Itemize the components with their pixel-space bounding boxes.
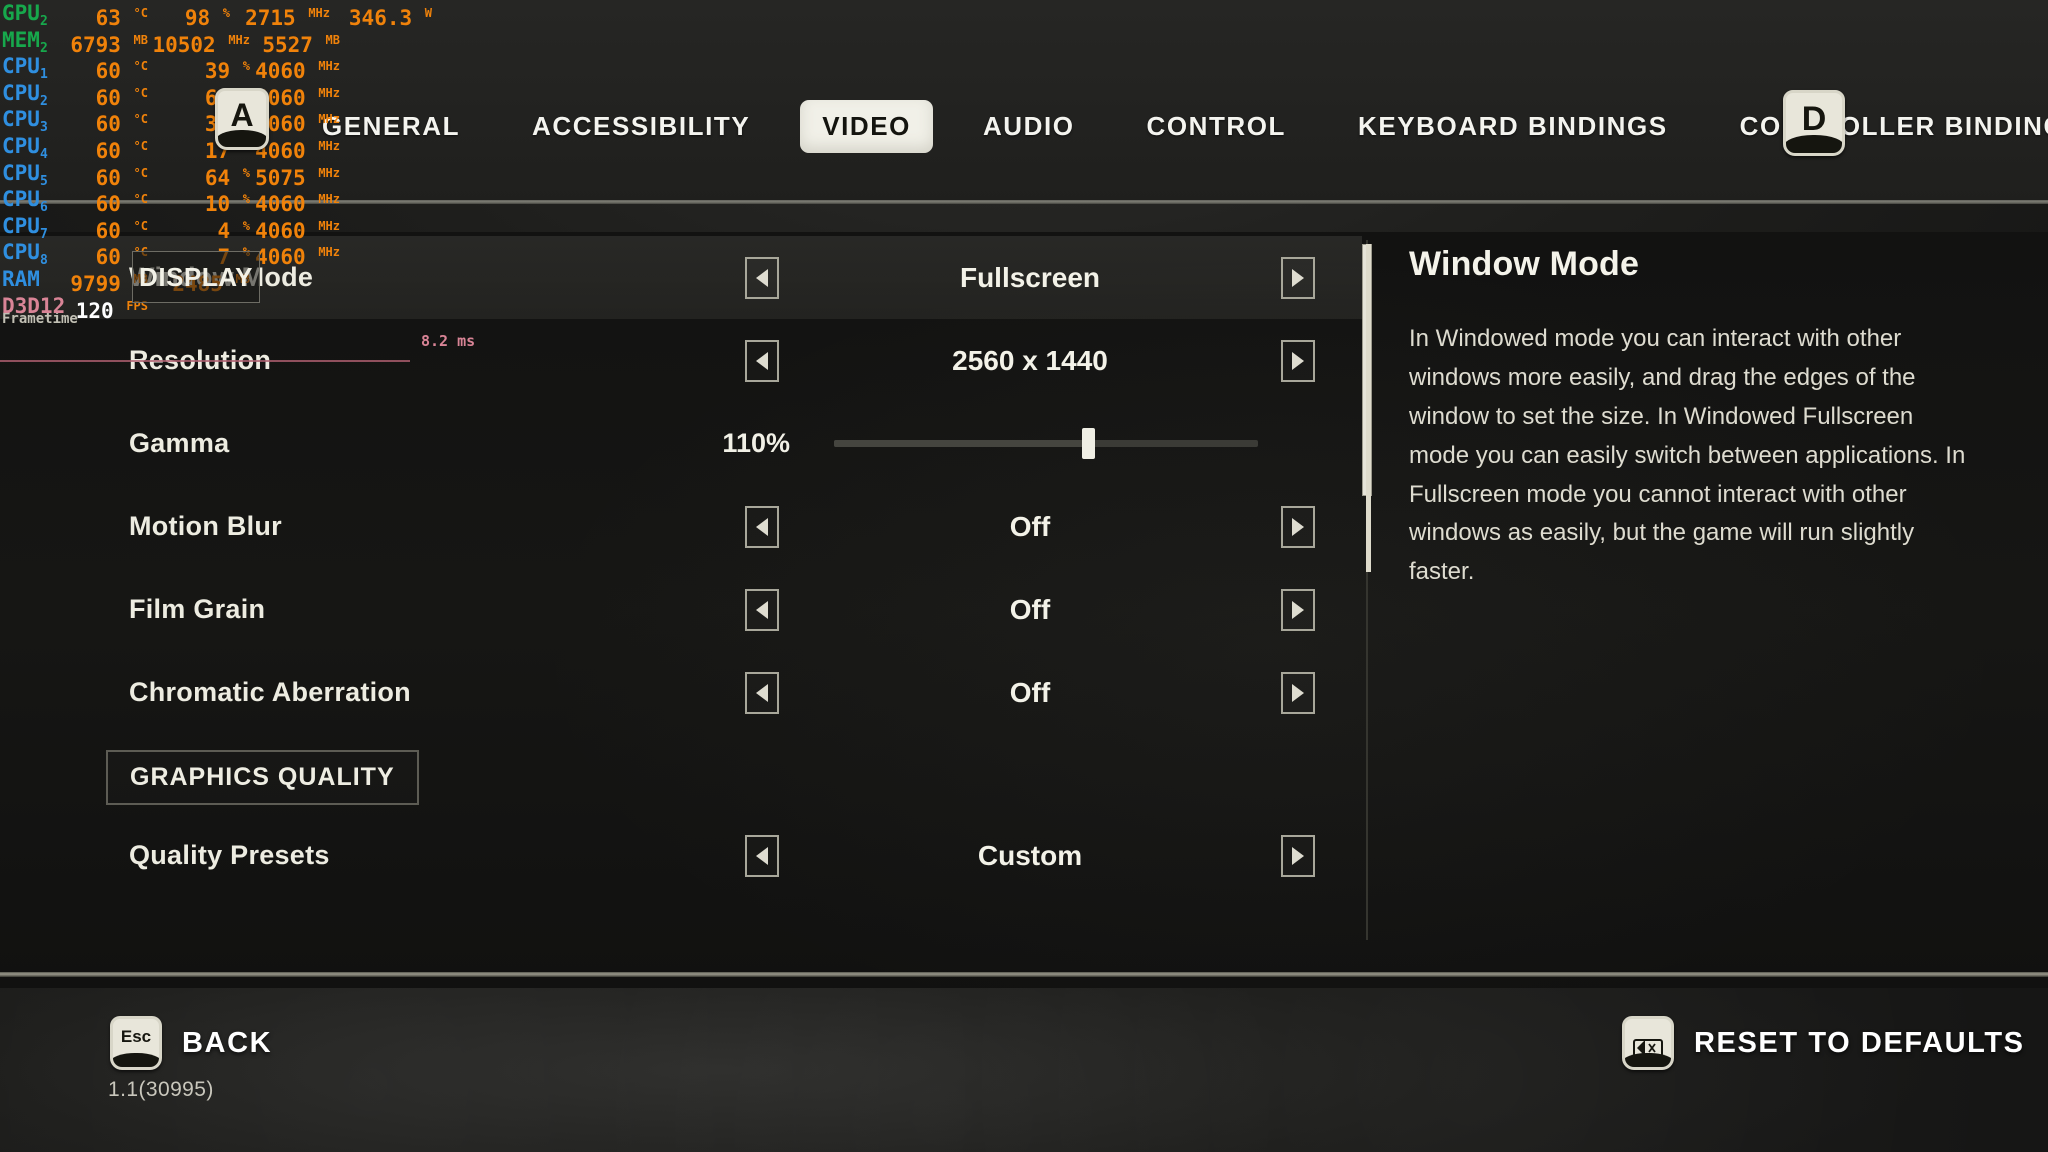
esc-key-icon: Esc (110, 1016, 162, 1070)
display-hint-label: DISPLAY (139, 261, 253, 292)
increment-arrow-button[interactable] (1281, 256, 1315, 299)
increment-arrow-button[interactable] (1281, 339, 1315, 382)
increment-arrow-button[interactable] (1281, 505, 1315, 548)
section-header: GRAPHICS QUALITY (0, 744, 1362, 810)
next-tab-key-label: D (1801, 100, 1827, 138)
header-bar: GENERAL ACCESSIBILITY VIDEO AUDIO CONTROL KEY… (0, 0, 2048, 204)
setting-label: Gamma (129, 428, 230, 458)
tab-general[interactable]: GENERAL (300, 100, 482, 153)
chevron-right-icon (1292, 683, 1304, 702)
slider-fill (834, 440, 1089, 447)
chevron-right-icon (1292, 351, 1304, 370)
chevron-left-icon (756, 268, 768, 287)
increment-arrow-button[interactable] (1281, 588, 1315, 631)
next-tab-key-icon[interactable]: D (1783, 90, 1845, 156)
tab-control[interactable]: CONTROL (1125, 100, 1308, 153)
increment-arrow-button[interactable] (1281, 834, 1315, 877)
increment-arrow-button[interactable] (1281, 671, 1315, 714)
esc-key-label: Esc (120, 1027, 152, 1046)
tab-audio[interactable]: AUDIO (961, 100, 1097, 153)
game-settings-screen: GENERAL ACCESSIBILITY VIDEO AUDIO CONTROL KEY… (0, 0, 2048, 1152)
backspace-icon (1633, 1039, 1663, 1057)
settings-list: Window ModeFullscreenResolution2560 x 14… (0, 236, 1362, 944)
setting-label: Film Grain (129, 594, 266, 624)
setting-label: Quality Presets (129, 840, 330, 870)
gamma-slider[interactable] (834, 428, 1258, 459)
section-header-box: GRAPHICS QUALITY (106, 749, 419, 805)
backspace-key-icon (1622, 1016, 1674, 1070)
decrement-arrow-button[interactable] (745, 588, 779, 631)
slider-value-label: 110% (722, 428, 790, 458)
chevron-right-icon (1292, 600, 1304, 619)
setting-row[interactable]: Motion Blur Off (0, 485, 1362, 568)
setting-row[interactable]: Film Grain Off (0, 568, 1362, 651)
prev-tab-key-icon[interactable]: A (215, 88, 269, 150)
decrement-arrow-button[interactable] (745, 671, 779, 714)
setting-row[interactable]: Gamma 110% (0, 402, 1362, 485)
chevron-left-icon (756, 600, 768, 619)
prev-tab-key-label: A (230, 97, 254, 133)
frametime-value: 8.2 ms (421, 332, 476, 350)
decrement-arrow-button[interactable] (745, 339, 779, 382)
tab-keyboard-bindings[interactable]: KEYBOARD BINDINGS (1336, 100, 1690, 153)
decrement-arrow-button[interactable] (745, 256, 779, 299)
setting-label: Chromatic Aberration (129, 677, 411, 707)
setting-value: 2560 x 1440 (952, 344, 1108, 376)
back-button-label: BACK (182, 1026, 273, 1059)
description-accent-bar (1366, 244, 1371, 572)
description-body: In Windowed mode you can interact with o… (1409, 325, 1966, 586)
tab-accessibility[interactable]: ACCESSIBILITY (510, 100, 772, 153)
chevron-left-icon (756, 517, 768, 536)
frametime-label: Frametime (2, 311, 78, 327)
display-hint-box: DISPLAY (132, 251, 260, 303)
setting-value: Off (1009, 593, 1051, 625)
section-header-label: GRAPHICS QUALITY (130, 762, 395, 791)
version-label: 1.1(30995) (108, 1078, 214, 1101)
setting-row[interactable]: Quality Presets Custom (0, 814, 1362, 897)
description-title: Window Mode (1409, 245, 1640, 283)
setting-value: Custom (977, 839, 1083, 871)
back-button[interactable]: Esc BACK (110, 1016, 272, 1070)
decrement-arrow-button[interactable] (745, 834, 779, 877)
chevron-left-icon (756, 351, 768, 370)
chevron-left-icon (756, 846, 768, 865)
chevron-right-icon (1292, 846, 1304, 865)
setting-label: Motion Blur (129, 511, 282, 541)
tab-video[interactable]: VIDEO (800, 100, 933, 153)
slider-thumb[interactable] (1082, 428, 1096, 459)
tab-controller-bindings[interactable]: CONTROLLER BINDINGS (1718, 100, 2048, 153)
chevron-right-icon (1292, 268, 1304, 287)
background-lower (0, 988, 2048, 1152)
description-panel: Window Mode In Windowed mode you can int… (1409, 245, 1969, 592)
reset-button-label: RESET TO DEFAULTS (1694, 1026, 2025, 1059)
chevron-left-icon (756, 683, 768, 702)
footer-divider (0, 972, 2048, 977)
header-divider (0, 200, 2048, 204)
setting-row[interactable]: Chromatic Aberration Off (0, 651, 1362, 734)
setting-value: Off (1009, 676, 1051, 708)
setting-value: Off (1009, 510, 1051, 542)
frametime-graph (0, 358, 410, 364)
chevron-right-icon (1292, 517, 1304, 536)
setting-value: Fullscreen (959, 261, 1101, 293)
reset-to-defaults-button[interactable]: RESET TO DEFAULTS (1622, 1016, 2025, 1070)
decrement-arrow-button[interactable] (745, 505, 779, 548)
